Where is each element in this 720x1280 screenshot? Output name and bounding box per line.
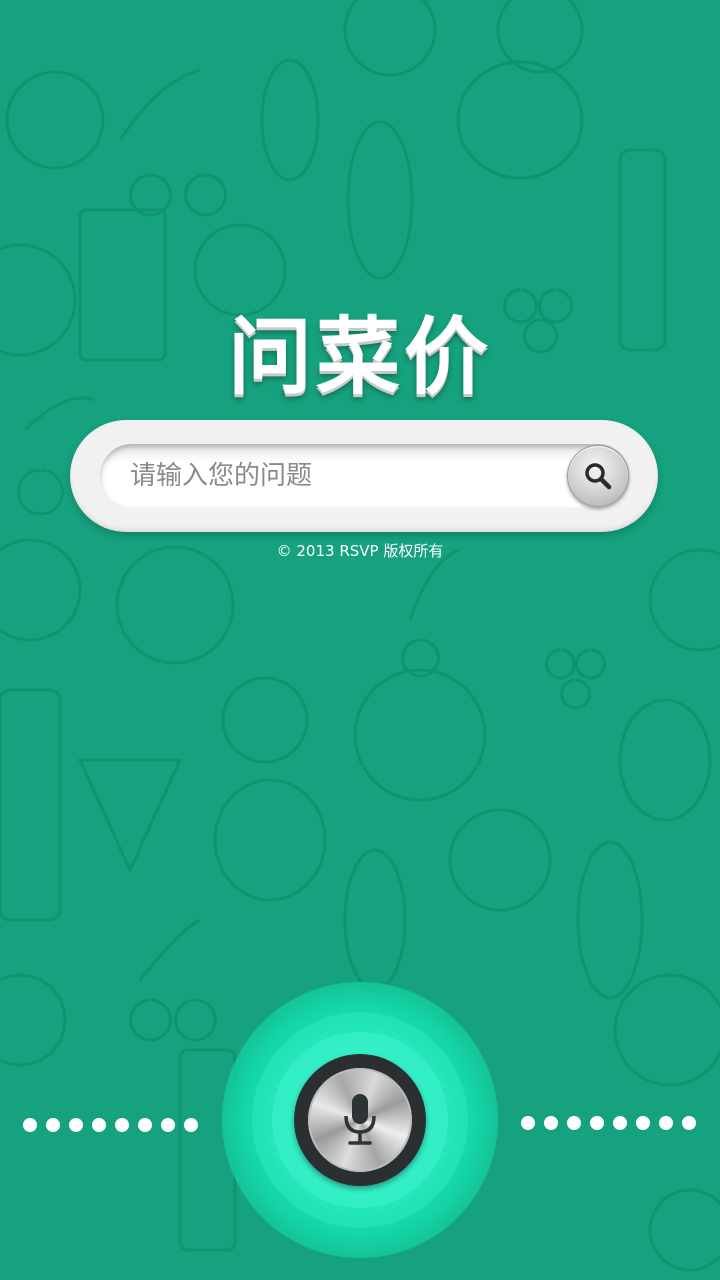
indicator-dot bbox=[590, 1116, 604, 1130]
indicator-dot bbox=[161, 1118, 175, 1132]
indicator-dot bbox=[636, 1116, 650, 1130]
voice-indicator-dots-right bbox=[521, 1116, 696, 1134]
indicator-dot bbox=[115, 1118, 129, 1132]
indicator-dot bbox=[659, 1116, 673, 1130]
voice-button-face[interactable] bbox=[308, 1068, 412, 1172]
indicator-dot bbox=[184, 1118, 198, 1132]
microphone-icon bbox=[344, 1094, 376, 1145]
indicator-dot bbox=[46, 1118, 60, 1132]
indicator-dot bbox=[682, 1116, 696, 1130]
indicator-dot bbox=[92, 1118, 106, 1132]
search-input[interactable] bbox=[130, 454, 550, 498]
app-title: 问菜价 bbox=[227, 308, 492, 406]
indicator-dot bbox=[521, 1116, 535, 1130]
copyright-text: © 2013 RSVP 版权所有 bbox=[276, 542, 444, 560]
indicator-dot bbox=[544, 1116, 558, 1130]
indicator-dot bbox=[138, 1118, 152, 1132]
indicator-dot bbox=[613, 1116, 627, 1130]
indicator-dot bbox=[567, 1116, 581, 1130]
voice-indicator-dots-left bbox=[23, 1118, 198, 1136]
indicator-dot bbox=[69, 1118, 83, 1132]
indicator-dot bbox=[23, 1118, 37, 1132]
search-icon bbox=[585, 463, 612, 490]
search-button[interactable] bbox=[567, 445, 629, 507]
